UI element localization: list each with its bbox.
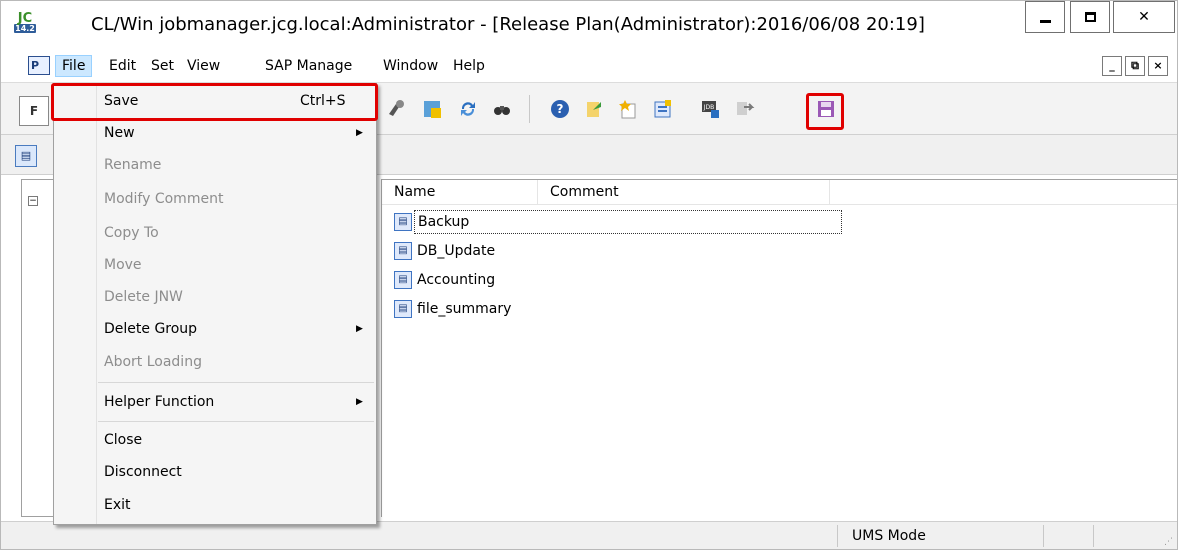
job-network-icon: ▤ [394,213,412,231]
job-network-icon: ▤ [394,271,412,289]
maximize-button[interactable] [1070,1,1110,33]
mdi-minimize-button[interactable]: _ [1102,56,1122,76]
job-list: Name Comment ▤ Backup ▤ DB_Update ▤ Acco… [381,179,1177,517]
save-menu-highlight [51,83,378,121]
list-item[interactable]: ▤ Accounting [394,268,498,292]
menu-item-modify-comment: Modify Comment [54,184,376,214]
new-plan-icon[interactable] [419,96,445,122]
list-item[interactable]: ▤ Backup [394,210,842,234]
maximize-icon [1084,12,1096,22]
job-network-icon: ▤ [394,242,412,260]
refresh-icon[interactable] [455,96,481,122]
menu-item-label: Delete JNW [104,289,183,305]
column-header-name[interactable]: Name [382,180,538,205]
jdb-icon[interactable]: JDB [697,96,723,122]
save-toolbar-highlight [806,93,844,130]
menu-item-label: Delete Group [104,321,198,337]
menu-item-delete-group[interactable]: Delete Group ▶ [54,314,376,344]
menu-item-delete-jnw: Delete JNW [54,282,376,312]
menu-item-new[interactable]: New ▶ [54,118,376,148]
svg-text:?: ? [557,102,564,116]
menu-item-move: Move [54,250,376,280]
menu-item-helper-function[interactable]: Helper Function ▶ [54,387,376,417]
list-item-label: DB_Update [417,243,496,259]
minimize-icon [1039,19,1051,23]
list-header: Name Comment [382,180,1177,205]
app-icon: JC 14.2 [14,11,36,35]
menu-edit[interactable]: Edit [103,55,142,77]
status-cell-empty [1043,525,1093,547]
help-icon[interactable]: ? [547,96,573,122]
menu-item-copy-to: Copy To [54,218,376,248]
menu-item-label: Disconnect [104,464,182,480]
menu-separator [98,421,374,422]
release-plan-tab-icon[interactable]: ▤ [15,145,37,167]
list-item[interactable]: ▤ file_summary [394,297,514,321]
menu-set[interactable]: Set [145,55,180,77]
menu-bar: P File Edit Set View SAP Manage Window H… [1,49,1177,83]
menu-item-exit[interactable]: Exit [54,490,376,520]
menu-separator [98,382,374,383]
new-star-icon[interactable] [615,96,641,122]
menu-help[interactable]: Help [447,55,491,77]
menu-item-label: Abort Loading [104,354,202,370]
menu-item-label: Modify Comment [104,191,224,207]
menu-item-label: Rename [104,157,162,173]
mdi-close-button[interactable]: × [1148,56,1168,76]
menu-item-abort-loading: Abort Loading [54,347,376,377]
menu-view[interactable]: View [181,55,226,77]
toolbar-first-button[interactable]: F [19,96,49,126]
submenu-arrow-icon: ▶ [356,128,363,138]
menu-file[interactable]: File [55,55,93,77]
tree-expander-icon[interactable]: − [28,196,38,206]
menu-sap-manage[interactable]: SAP Manage [259,55,358,77]
search-binoculars-icon[interactable] [383,96,409,122]
list-item-label: file_summary [417,301,512,317]
list-item-label: Accounting [417,272,496,288]
properties-icon[interactable] [649,96,675,122]
menu-item-rename: Rename [54,150,376,180]
app-icon-top: JC [17,11,33,26]
menu-item-label: Copy To [104,225,159,241]
close-button[interactable]: ✕ [1113,1,1175,33]
menu-item-label: Exit [104,497,131,513]
status-bar: UMS Mode ⋰ [1,521,1177,549]
menu-item-close[interactable]: Close [54,425,376,455]
menu-window[interactable]: Window [377,55,444,77]
menu-item-label: New [104,125,135,141]
svg-text:JDB: JDB [703,104,715,111]
status-cell-empty [1093,525,1153,547]
window-title: CL/Win jobmanager.jcg.local:Administrato… [91,14,925,35]
title-bar: JC 14.2 CL/Win jobmanager.jcg.local:Admi… [1,1,1177,49]
export-icon[interactable] [581,96,607,122]
main-window: JC 14.2 CL/Win jobmanager.jcg.local:Admi… [0,0,1178,550]
menu-item-label: Helper Function [104,394,215,410]
toolbar-separator [529,95,530,123]
column-header-comment[interactable]: Comment [538,180,830,205]
submenu-arrow-icon: ▶ [356,397,363,407]
minimize-button[interactable] [1025,1,1065,33]
menu-item-label: Move [104,257,142,273]
close-icon: ✕ [1138,9,1150,25]
job-network-icon: ▤ [394,300,412,318]
mdi-restore-button[interactable]: ⧉ [1125,56,1145,76]
list-item-label: Backup [414,210,842,234]
menu-item-disconnect[interactable]: Disconnect [54,457,376,487]
document-icon[interactable]: P [28,56,50,75]
find-icon[interactable] [489,96,515,122]
resize-grip-icon[interactable]: ⋰ [1164,537,1173,547]
status-mode: UMS Mode [837,525,957,547]
file-menu-dropdown: Save Ctrl+S New ▶ Rename Modify Comment … [53,83,377,525]
submenu-arrow-icon: ▶ [356,324,363,334]
app-icon-version: 14.2 [14,24,36,33]
list-item[interactable]: ▤ DB_Update [394,239,498,263]
transfer-icon[interactable] [731,96,757,122]
menu-item-label: Close [104,432,143,448]
